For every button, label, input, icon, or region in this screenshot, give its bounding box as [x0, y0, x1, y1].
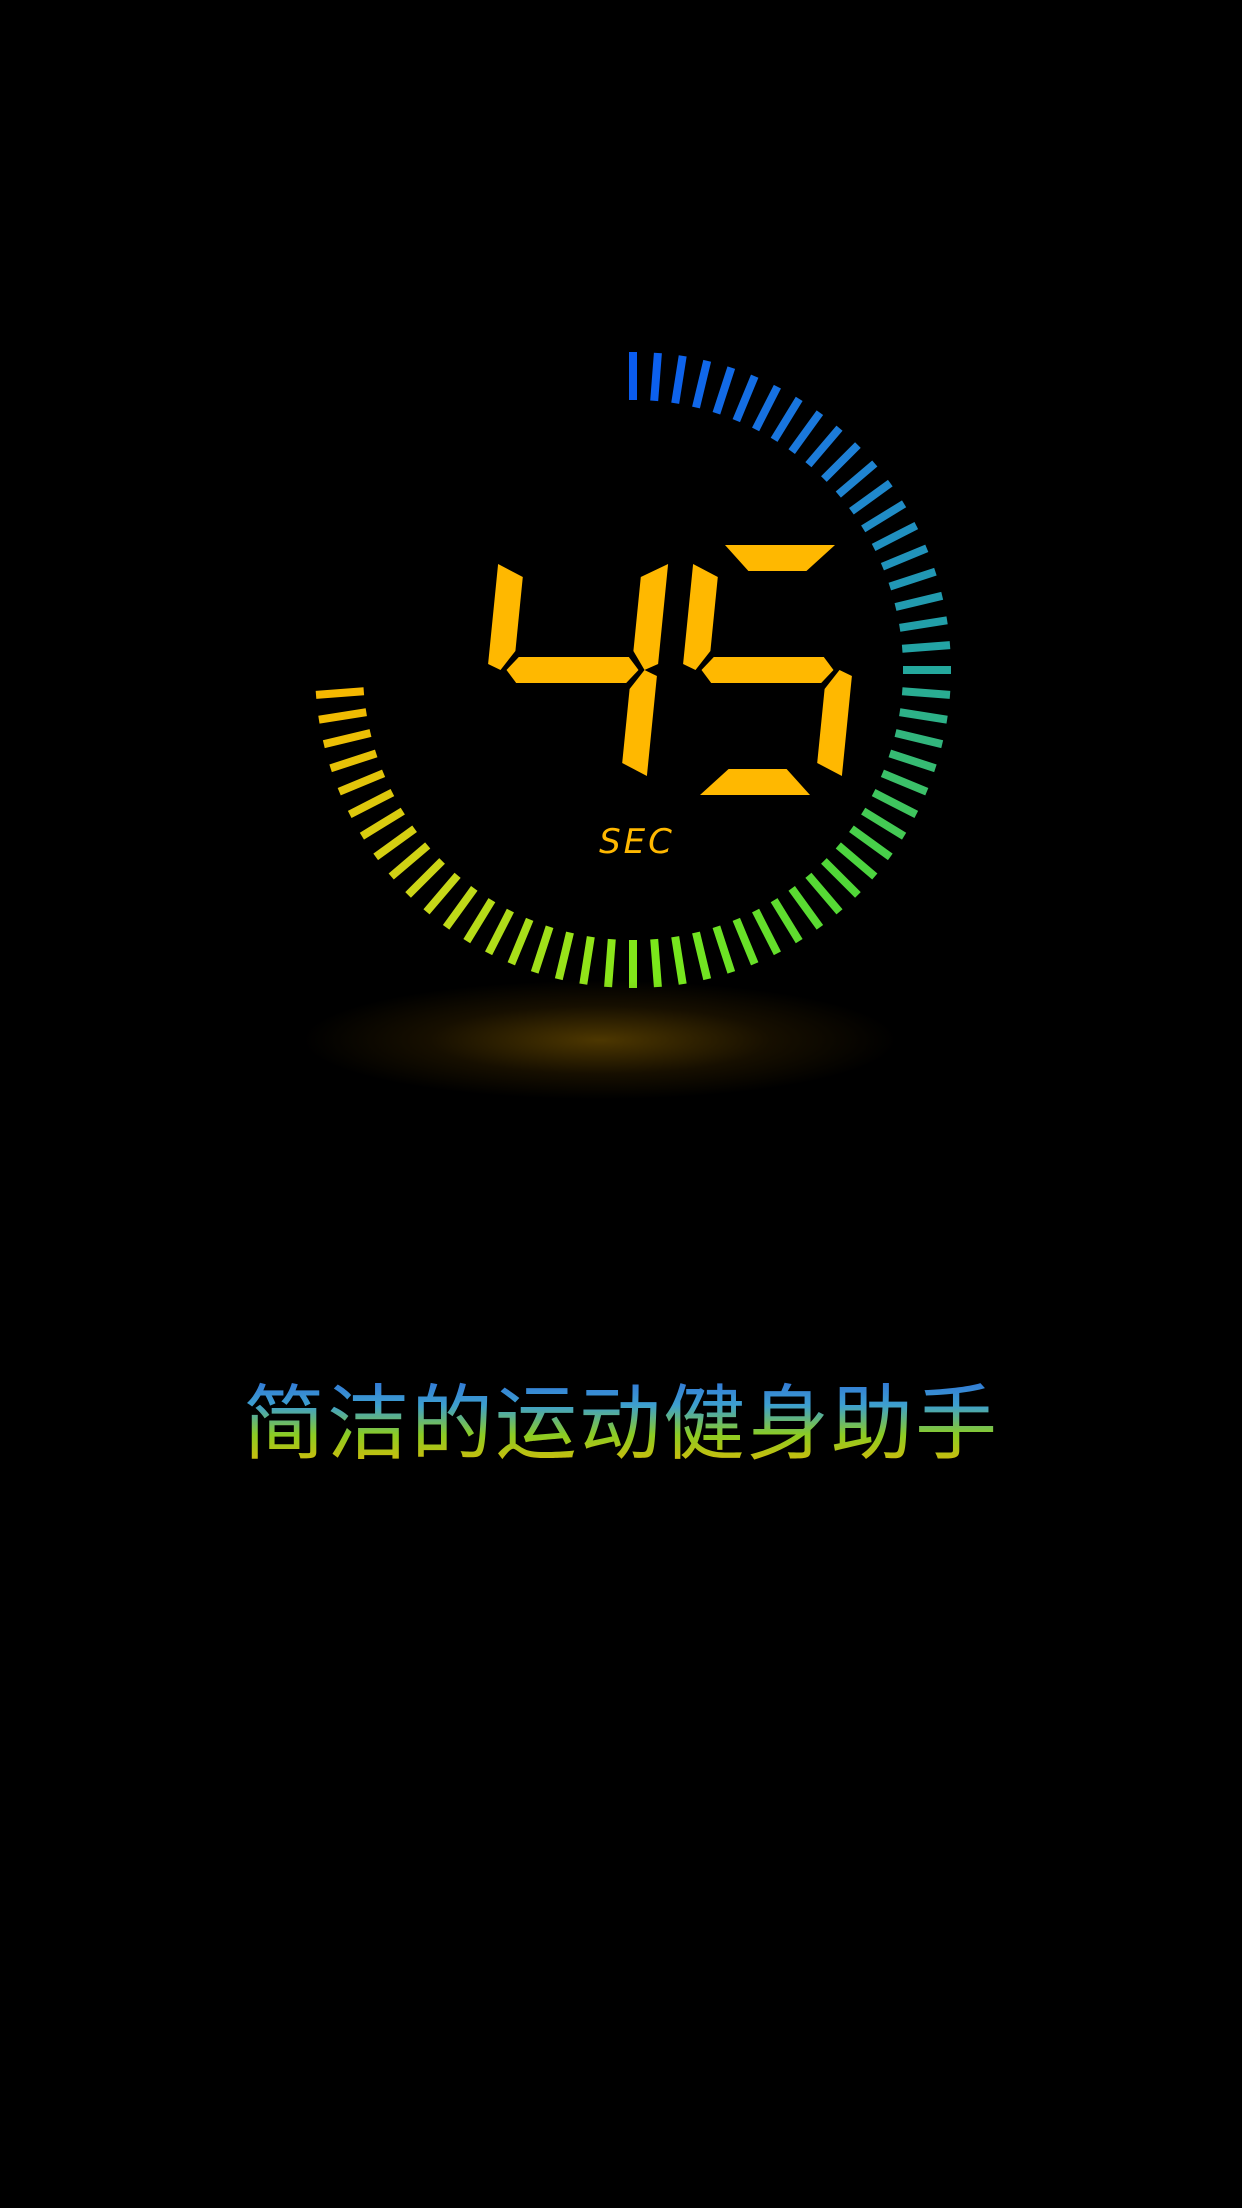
ring-tick — [337, 769, 386, 796]
ring-tick — [322, 729, 372, 749]
ring-tick — [899, 616, 948, 632]
ring-tick — [692, 931, 712, 981]
ring-tick — [849, 825, 893, 861]
ring-tick — [901, 687, 951, 699]
ring-tick — [835, 460, 878, 498]
digit-segment — [700, 769, 810, 795]
ring-tick — [770, 898, 803, 944]
digit-segment — [817, 670, 852, 776]
ring-tick — [671, 936, 687, 985]
timer-glow — [300, 980, 900, 1100]
ring-tick — [861, 500, 907, 533]
ring-tick — [692, 359, 712, 409]
ring-tick — [359, 807, 405, 840]
ring-tick — [554, 931, 574, 981]
ring-tick — [423, 872, 461, 915]
ring-tick — [821, 858, 861, 898]
ring-tick — [770, 396, 803, 442]
timer-digit — [488, 564, 669, 776]
ring-tick — [347, 789, 395, 818]
digit-segment — [725, 545, 835, 571]
ring-tick — [405, 858, 445, 898]
timer-digit — [683, 545, 852, 795]
ring-tick — [805, 425, 843, 468]
timer-unit-label: SEC — [599, 822, 675, 862]
ring-tick — [373, 825, 417, 861]
ring-tick — [579, 936, 595, 985]
splash-screen: SEC 简洁的运动健身助手 — [0, 0, 1242, 2208]
ring-tick — [880, 769, 929, 796]
digit-segment — [506, 657, 639, 683]
ring-tick — [871, 789, 919, 818]
ring-tick — [752, 384, 781, 432]
ring-tick — [650, 352, 662, 402]
ring-tick — [329, 749, 378, 773]
ring-tick — [835, 842, 878, 880]
ring-tick — [315, 687, 365, 699]
ring-tick — [671, 355, 687, 404]
ring-tick — [888, 749, 937, 773]
ring-tick — [485, 908, 514, 956]
ring-tick — [861, 807, 907, 840]
ring-tick — [880, 544, 929, 571]
ring-tick — [871, 522, 919, 551]
app-tagline: 简洁的运动健身助手 — [0, 1375, 1242, 1475]
ring-tick — [712, 366, 736, 415]
ring-tick — [899, 708, 948, 724]
digit-segment — [622, 670, 657, 776]
ring-tick — [712, 925, 736, 974]
ring-tick — [732, 374, 759, 423]
ring-tick — [894, 591, 944, 611]
ring-tick — [318, 708, 367, 724]
ring-tick — [732, 917, 759, 966]
ring-tick — [788, 886, 824, 930]
digit-segment — [633, 564, 669, 670]
digit-segment — [683, 564, 718, 670]
ring-tick — [650, 938, 662, 988]
ring-tick — [849, 479, 893, 515]
timer-digits — [488, 545, 852, 795]
ring-tick — [821, 442, 861, 482]
ring-tick — [507, 917, 534, 966]
ring-tick — [463, 898, 496, 944]
ring-tick — [901, 641, 951, 653]
ring-tick — [442, 886, 478, 930]
ring-tick — [805, 872, 843, 915]
digit-segment — [701, 657, 834, 683]
ring-tick — [752, 908, 781, 956]
ring-tick — [388, 842, 431, 880]
digit-segment — [488, 564, 523, 670]
ring-tick — [894, 729, 944, 749]
ring-tick — [888, 567, 937, 591]
ring-tick — [530, 925, 554, 974]
ring-tick — [788, 410, 824, 454]
